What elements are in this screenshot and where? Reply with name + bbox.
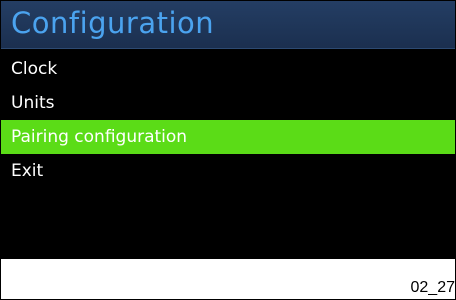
menu-item-pairing-configuration[interactable]: Pairing configuration bbox=[1, 120, 455, 154]
figure-code: 02_27 bbox=[410, 279, 456, 296]
menu-list: Clock Units Pairing configuration Exit bbox=[1, 52, 455, 188]
device-screen: Configuration Clock Units Pairing config… bbox=[1, 1, 455, 259]
menu-item-clock[interactable]: Clock bbox=[1, 52, 455, 86]
menu-item-units[interactable]: Units bbox=[1, 86, 455, 120]
title-bar: Configuration bbox=[1, 1, 455, 49]
figure-frame: Configuration Clock Units Pairing config… bbox=[0, 0, 456, 300]
page-title: Configuration bbox=[11, 6, 215, 40]
menu-item-exit[interactable]: Exit bbox=[1, 154, 455, 188]
